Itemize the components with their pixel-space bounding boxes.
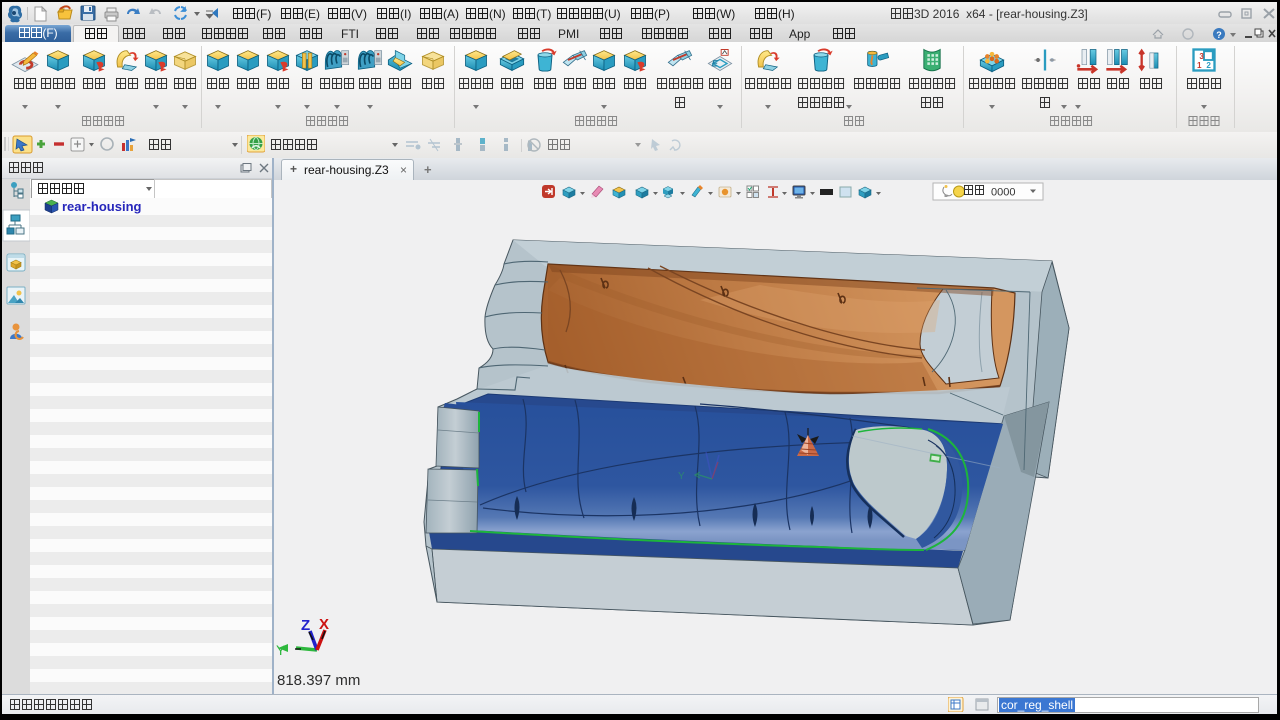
svg-text:Y: Y — [678, 471, 685, 482]
svg-text:0000: 0000 — [991, 187, 1015, 199]
svg-text:X: X — [319, 616, 329, 633]
svg-text:?: ? — [1216, 30, 1222, 40]
svg-text:Y: Y — [276, 642, 286, 658]
svg-text:Z: Z — [301, 617, 310, 634]
